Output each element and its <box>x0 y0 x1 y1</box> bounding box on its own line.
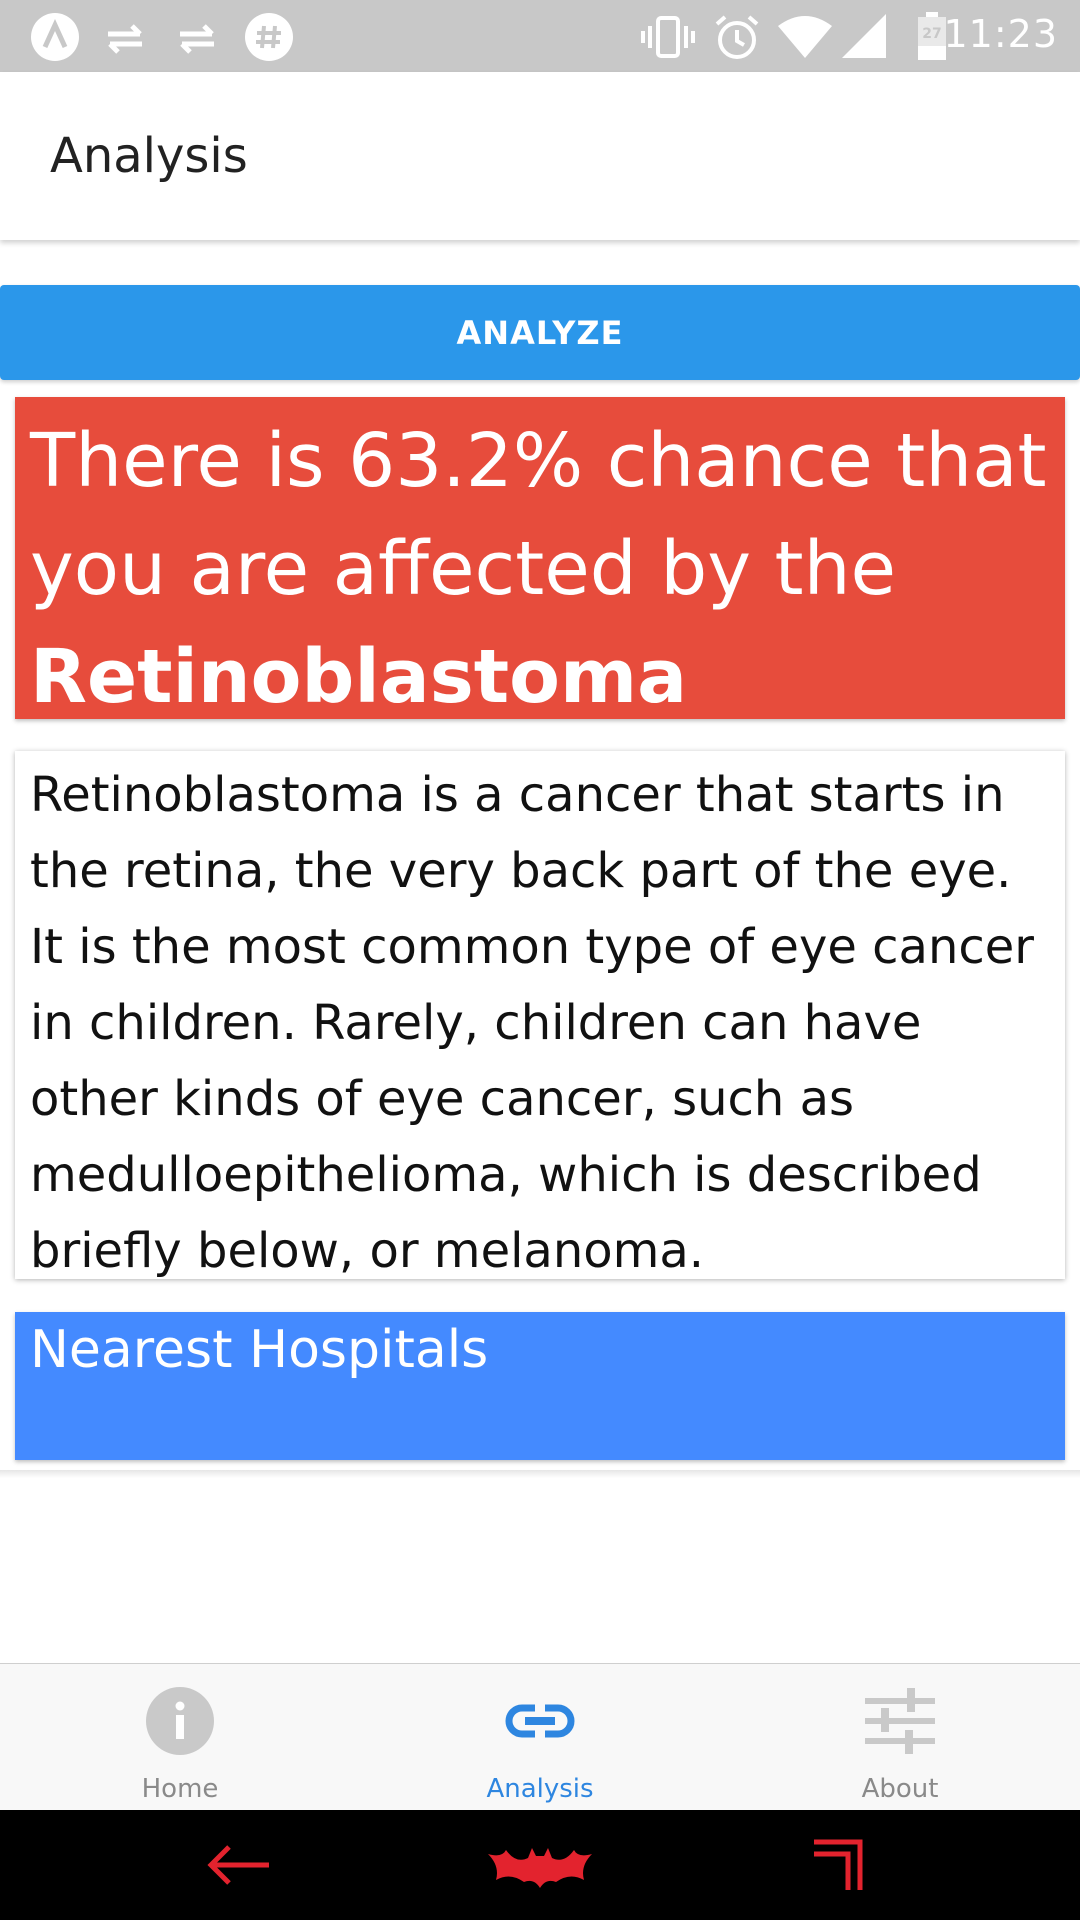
slack-icon <box>245 13 293 61</box>
system-nav-bar <box>0 1810 1080 1920</box>
result-card: There is 63.2% chance that you are affec… <box>15 397 1065 720</box>
status-bar: 27 11:23 <box>0 0 1080 72</box>
status-time: 11:23 <box>943 12 1058 56</box>
content-divider <box>0 1470 1080 1478</box>
result-prefix: There is 63.2% chance that you are affec… <box>30 418 1047 612</box>
sync-icon <box>180 24 214 54</box>
tab-about[interactable]: About <box>720 1664 1080 1811</box>
page-title: Analysis <box>50 128 248 184</box>
nearest-hospitals-title: Nearest Hospitals <box>30 1320 489 1380</box>
info-icon <box>146 1687 214 1755</box>
nearest-hospitals-card[interactable]: Nearest Hospitals <box>15 1312 1065 1460</box>
signal-icon <box>842 14 886 58</box>
link-icon <box>505 1702 575 1740</box>
result-text: There is 63.2% chance that you are affec… <box>30 407 1055 731</box>
battery-icon: 27 <box>918 12 946 60</box>
tab-home-label: Home <box>141 1774 219 1804</box>
back-icon[interactable] <box>205 1842 271 1888</box>
battery-level: 27 <box>922 26 942 42</box>
recents-icon[interactable] <box>812 1838 864 1892</box>
bottom-tab-bar: Home Analysis About <box>0 1663 1080 1811</box>
result-disease: Retinoblastoma <box>30 634 688 720</box>
sync-icon <box>108 24 142 54</box>
app-bar: Analysis <box>0 72 1080 240</box>
batman-home-icon[interactable] <box>488 1848 592 1888</box>
analyze-button[interactable]: ANALYZE <box>0 285 1080 380</box>
tab-analysis[interactable]: Analysis <box>360 1664 720 1811</box>
description-text: Retinoblastoma is a cancer that starts i… <box>30 767 1035 1279</box>
description-card: Retinoblastoma is a cancer that starts i… <box>15 751 1065 1279</box>
alarm-icon <box>715 15 759 59</box>
wifi-icon <box>778 16 832 58</box>
sliders-icon <box>865 1688 935 1754</box>
tab-about-label: About <box>861 1774 939 1804</box>
a-logo-icon <box>31 13 79 61</box>
tab-home[interactable]: Home <box>0 1664 360 1811</box>
tab-analysis-label: Analysis <box>486 1774 594 1804</box>
vibrate-icon <box>641 16 695 58</box>
